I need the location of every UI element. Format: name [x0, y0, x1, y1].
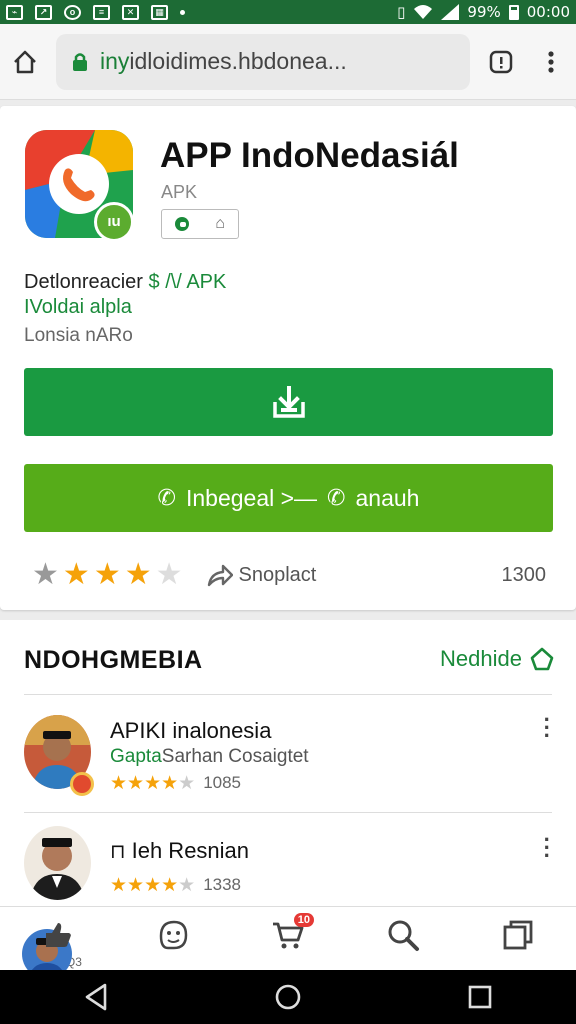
item-title: APIKI inalonesia — [110, 718, 272, 743]
developer-sub[interactable]: IVoldai alpla — [24, 296, 132, 319]
url-prefix: iny — [100, 48, 130, 74]
list-item[interactable]: APIKI inalonesia GaptaSarhan Cosaigtet ★… — [0, 709, 576, 800]
wifi-icon — [414, 5, 433, 19]
list-item[interactable]: ⊓ Ieh Resnian ★★★★ ★ 1338 · · · — [0, 826, 576, 916]
star-icon: ★ — [124, 557, 152, 592]
install-label: Inbegeal >— — [185, 484, 318, 511]
app-subtitle: APK — [161, 182, 198, 202]
app-detail-card: ıu APP IndoNedasiál APK ⌂ Detlonreacier … — [0, 106, 576, 610]
item-subtitle-text: Sarhan Cosaigtet — [161, 746, 309, 767]
install-suffix: anauh — [355, 484, 420, 511]
address-bar[interactable]: inyidloidimes.hbdonea... — [56, 33, 470, 90]
sheet-notification-icon: ▦ — [151, 4, 168, 20]
app-badge-icon: ıu — [94, 202, 134, 242]
lock-icon — [70, 52, 90, 72]
tab-icon — [489, 50, 513, 73]
x-notification-icon: ✕ — [122, 4, 139, 20]
rating-chip-icon — [175, 217, 190, 231]
vibrate-icon: ▯ — [397, 3, 406, 21]
home-button[interactable] — [0, 49, 50, 75]
nav-item-face[interactable] — [115, 907, 230, 970]
face-icon — [153, 917, 193, 953]
share-button[interactable]: Snoplact — [207, 563, 317, 587]
system-navigation-bar — [0, 970, 576, 1024]
share-icon — [207, 564, 233, 587]
tab-switcher-button[interactable] — [476, 49, 526, 75]
nav-item-search[interactable] — [346, 907, 461, 970]
item-badge-icon — [70, 772, 94, 796]
phone-icon: ✆ — [157, 485, 176, 510]
item-subtitle-accent: Gapta — [110, 746, 162, 767]
item-title-text: Ieh Resnian — [131, 838, 250, 863]
image-notification-icon: ⌁ — [6, 4, 23, 20]
app-notification-icon: o — [64, 4, 81, 20]
overflow-menu-icon — [548, 50, 554, 73]
nav-item-cart[interactable]: 10 — [230, 907, 345, 970]
star-icon: ★ — [32, 557, 59, 592]
thumb-icon — [38, 917, 78, 953]
star-icon: ★ — [62, 557, 90, 592]
person-icon: ⌂ — [215, 215, 225, 232]
status-bar: ⌁ ↗ o ≡ ✕ ▦ ▯ 99% 00:00 — [0, 0, 576, 24]
search-icon — [383, 917, 423, 953]
rating-count: 1300 — [501, 563, 547, 586]
see-more-label: Nedhide — [440, 646, 522, 671]
divider — [24, 812, 552, 813]
app-meta: Lonsia nARo — [24, 325, 133, 346]
avatar — [24, 826, 91, 900]
url-text: inyidloidimes.hbdonea... — [100, 48, 347, 75]
battery-percent: 99% — [467, 3, 501, 21]
content-rating-chip: ⌂ — [161, 209, 239, 239]
copy-icon — [498, 917, 538, 953]
chart-notification-icon: ↗ — [35, 4, 52, 20]
divider — [24, 694, 552, 695]
item-rating: ★★★★ ★ 1085 — [110, 772, 242, 794]
doc-notification-icon: ≡ — [93, 4, 110, 20]
phone-end-icon: ✆ — [327, 485, 346, 510]
cart-badge: 10 — [293, 913, 314, 927]
back-button[interactable] — [81, 982, 111, 1012]
nav-item-library[interactable] — [461, 907, 576, 970]
browser-toolbar: inyidloidimes.hbdonea... — [0, 24, 576, 100]
section-heading: NDOHGMEBIA — [24, 646, 203, 674]
star-icon: ★ — [93, 557, 121, 592]
dot-icon — [180, 9, 185, 15]
install-button[interactable]: ✆ Inbegeal >— ✆ anauh — [24, 464, 553, 532]
item-subtitle: GaptaSarhan Cosaigtet — [110, 746, 309, 768]
item-rating-count: 1338 — [203, 875, 242, 894]
star-empty-icon: ★ — [155, 557, 183, 592]
rating-row: ★ ★ ★ ★ ★ Snoplact 1300 — [32, 556, 546, 594]
share-label: Snoplact — [238, 563, 317, 586]
item-rating-count: 1085 — [203, 773, 242, 792]
signal-icon — [441, 4, 460, 20]
recents-button[interactable] — [465, 982, 495, 1012]
home-outline-icon — [530, 647, 554, 671]
download-icon — [272, 386, 305, 418]
home-nav-button[interactable] — [273, 982, 303, 1012]
notification-icons: ⌁ ↗ o ≡ ✕ ▦ — [6, 4, 185, 20]
clock: 00:00 — [526, 3, 570, 21]
item-menu-button[interactable]: · · · — [544, 829, 551, 867]
item-menu-button[interactable]: · · · — [544, 709, 551, 747]
cart-icon: 10 — [268, 913, 314, 953]
lock-outline-icon: ⊓ — [110, 841, 126, 863]
developer-name[interactable]: Detlonreacier — [24, 271, 143, 293]
see-more-link[interactable]: Nedhide — [440, 646, 554, 672]
battery-icon — [508, 4, 519, 20]
home-icon — [14, 50, 36, 73]
developer-line: Detlonreacier $ /\/ APK — [24, 271, 226, 294]
bottom-navigation: Sylay Q3 10 — [0, 906, 576, 979]
url-rest: idloidimes.hbdonea... — [129, 48, 347, 74]
item-title: ⊓ Ieh Resnian — [110, 838, 249, 864]
item-rating: ★★★★ ★ 1338 — [110, 874, 242, 896]
app-title: APP IndoNedasiál — [160, 136, 459, 175]
menu-button[interactable] — [526, 50, 576, 74]
price-label: $ /\/ APK — [148, 271, 227, 293]
download-button[interactable] — [24, 368, 553, 436]
related-apps-section: NDOHGMEBIA Nedhide APIKI inalonesia Gapt… — [0, 620, 576, 920]
